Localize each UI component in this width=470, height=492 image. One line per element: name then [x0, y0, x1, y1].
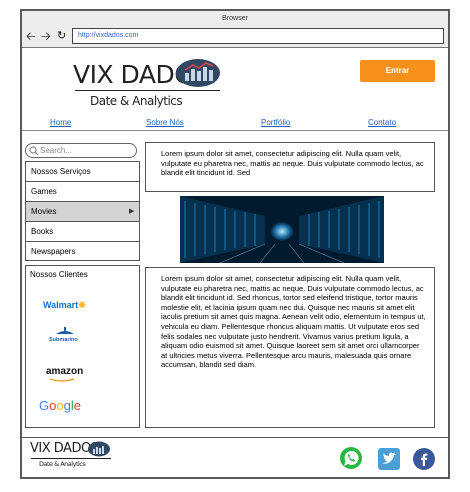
sidebar-item-newspapers[interactable]: Newspapers: [26, 242, 139, 262]
footer-logo-divider: [31, 458, 111, 459]
back-arrow-icon[interactable]: 🡠: [26, 30, 36, 42]
chart-badge-icon: [176, 59, 220, 87]
nav-link-portfolio[interactable]: Portfólio: [261, 118, 290, 127]
footer-logo[interactable]: VIX DADOS Date & Analytics: [30, 441, 115, 471]
site-logo[interactable]: VIX DADOS Date & Analytics: [73, 58, 223, 110]
footer-logo-subtitle: Date & Analytics: [39, 460, 86, 468]
logo-subtitle: Date & Analytics: [90, 94, 183, 108]
nav-link-home[interactable]: Home: [50, 118, 71, 127]
whatsapp-icon[interactable]: [339, 446, 363, 470]
sidebar-item-movies[interactable]: Movies: [26, 202, 139, 222]
chevron-right-icon: ▶: [129, 208, 135, 215]
walmart-spark-icon: ❋: [78, 300, 86, 310]
footer-divider: [22, 437, 448, 438]
sidebar-item-games[interactable]: Games: [26, 182, 139, 202]
amazon-smile-icon: [49, 378, 75, 382]
walmart-logo: Walmart❋: [43, 300, 86, 311]
google-logo-o2: o: [56, 398, 64, 413]
search-input[interactable]: Search...: [25, 143, 137, 158]
body-text: Lorem ipsum dolor sit amet, consectetur …: [145, 267, 435, 428]
forward-arrow-icon[interactable]: 🡢: [41, 30, 51, 42]
browser-title: Browser: [22, 11, 448, 26]
reload-icon[interactable]: ↻: [57, 30, 66, 42]
clients-title: Nossos Clientes: [30, 270, 88, 279]
footer-chart-badge-icon: [88, 441, 110, 457]
twitter-icon[interactable]: [378, 448, 400, 470]
nav-link-contato[interactable]: Contato: [368, 118, 396, 127]
amazon-logo: amazon: [46, 366, 84, 377]
nav-divider: [22, 130, 448, 131]
google-logo-g: G: [39, 398, 50, 413]
walmart-logo-text: Walmart: [43, 300, 79, 310]
sidebar-item-books[interactable]: Books: [26, 222, 139, 242]
search-icon: [29, 146, 39, 156]
submarino-logo: Submarino: [49, 337, 78, 343]
facebook-icon[interactable]: [413, 448, 435, 470]
google-logo: Google: [39, 398, 81, 413]
google-logo-g2: g: [63, 398, 71, 413]
url-field[interactable]: http://vixdados.com: [72, 28, 444, 44]
logo-divider: [75, 90, 220, 91]
sidebar-menu: Nossos Serviços Games Movies Books Newsp…: [25, 161, 140, 261]
intro-text: Lorem ipsum dolor sit amet, consectetur …: [145, 142, 435, 192]
login-button[interactable]: Entrar: [360, 60, 435, 82]
sidebar-item-servicos[interactable]: Nossos Serviços: [26, 162, 139, 182]
nav-link-sobre[interactable]: Sobre Nós: [146, 118, 184, 127]
datacenter-image: [180, 196, 384, 263]
google-logo-e: e: [73, 398, 81, 413]
clients-panel: Nossos Clientes Walmart❋ Submarino amazo…: [25, 265, 140, 428]
